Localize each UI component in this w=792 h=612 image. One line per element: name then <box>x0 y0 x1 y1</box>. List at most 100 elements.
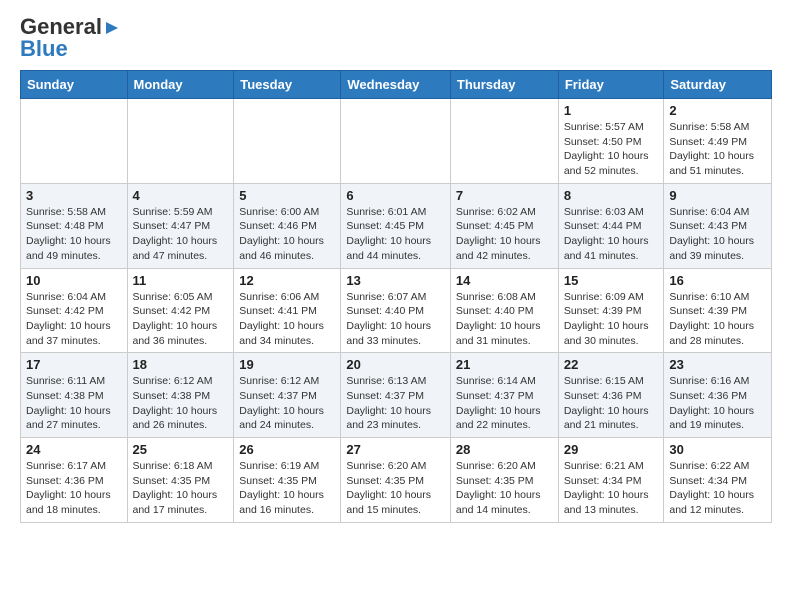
calendar-week-row: 17 Sunrise: 6:11 AM Sunset: 4:38 PM Dayli… <box>21 353 772 438</box>
weekday-header-tuesday: Tuesday <box>234 71 341 99</box>
logo-blue-text: Blue <box>20 38 68 60</box>
day-number: 19 <box>239 357 335 372</box>
day-info: Sunrise: 6:11 AM Sunset: 4:38 PM Dayligh… <box>26 374 122 433</box>
day-info: Sunrise: 6:04 AM Sunset: 4:43 PM Dayligh… <box>669 205 766 264</box>
day-info: Sunrise: 5:58 AM Sunset: 4:48 PM Dayligh… <box>26 205 122 264</box>
calendar-cell: 7 Sunrise: 6:02 AM Sunset: 4:45 PM Daylig… <box>450 183 558 268</box>
day-number: 27 <box>346 442 445 457</box>
day-info: Sunrise: 6:02 AM Sunset: 4:45 PM Dayligh… <box>456 205 553 264</box>
day-number: 2 <box>669 103 766 118</box>
day-info: Sunrise: 6:12 AM Sunset: 4:38 PM Dayligh… <box>133 374 229 433</box>
day-number: 13 <box>346 273 445 288</box>
page: General Blue SundayMondayTuesdayWednesda… <box>0 0 792 539</box>
day-number: 7 <box>456 188 553 203</box>
day-number: 6 <box>346 188 445 203</box>
calendar-cell: 18 Sunrise: 6:12 AM Sunset: 4:38 PM Dayli… <box>127 353 234 438</box>
day-info: Sunrise: 6:09 AM Sunset: 4:39 PM Dayligh… <box>564 290 659 349</box>
day-number: 9 <box>669 188 766 203</box>
calendar-cell: 2 Sunrise: 5:58 AM Sunset: 4:49 PM Daylig… <box>664 99 772 184</box>
logo-general-text: General <box>20 16 102 38</box>
calendar-week-row: 3 Sunrise: 5:58 AM Sunset: 4:48 PM Daylig… <box>21 183 772 268</box>
calendar-cell: 9 Sunrise: 6:04 AM Sunset: 4:43 PM Daylig… <box>664 183 772 268</box>
calendar-cell: 14 Sunrise: 6:08 AM Sunset: 4:40 PM Dayli… <box>450 268 558 353</box>
calendar-cell: 25 Sunrise: 6:18 AM Sunset: 4:35 PM Dayli… <box>127 438 234 523</box>
day-number: 26 <box>239 442 335 457</box>
weekday-header-monday: Monday <box>127 71 234 99</box>
day-info: Sunrise: 6:03 AM Sunset: 4:44 PM Dayligh… <box>564 205 659 264</box>
day-number: 28 <box>456 442 553 457</box>
calendar-table: SundayMondayTuesdayWednesdayThursdayFrid… <box>20 70 772 523</box>
calendar-cell: 16 Sunrise: 6:10 AM Sunset: 4:39 PM Dayli… <box>664 268 772 353</box>
calendar-cell: 1 Sunrise: 5:57 AM Sunset: 4:50 PM Daylig… <box>558 99 664 184</box>
day-number: 10 <box>26 273 122 288</box>
calendar-cell: 29 Sunrise: 6:21 AM Sunset: 4:34 PM Dayli… <box>558 438 664 523</box>
calendar-cell: 20 Sunrise: 6:13 AM Sunset: 4:37 PM Dayli… <box>341 353 451 438</box>
day-number: 14 <box>456 273 553 288</box>
day-info: Sunrise: 5:57 AM Sunset: 4:50 PM Dayligh… <box>564 120 659 179</box>
day-number: 12 <box>239 273 335 288</box>
day-info: Sunrise: 6:10 AM Sunset: 4:39 PM Dayligh… <box>669 290 766 349</box>
calendar-cell: 19 Sunrise: 6:12 AM Sunset: 4:37 PM Dayli… <box>234 353 341 438</box>
day-info: Sunrise: 6:17 AM Sunset: 4:36 PM Dayligh… <box>26 459 122 518</box>
day-info: Sunrise: 6:13 AM Sunset: 4:37 PM Dayligh… <box>346 374 445 433</box>
day-number: 17 <box>26 357 122 372</box>
day-number: 16 <box>669 273 766 288</box>
day-number: 1 <box>564 103 659 118</box>
calendar-week-row: 1 Sunrise: 5:57 AM Sunset: 4:50 PM Daylig… <box>21 99 772 184</box>
weekday-header-saturday: Saturday <box>664 71 772 99</box>
calendar-cell <box>127 99 234 184</box>
day-number: 25 <box>133 442 229 457</box>
logo-triangle-icon <box>104 20 120 36</box>
calendar-cell: 15Sunrise: 6:09 AM Sunset: 4:39 PM Dayli… <box>558 268 664 353</box>
day-info: Sunrise: 5:59 AM Sunset: 4:47 PM Dayligh… <box>133 205 229 264</box>
day-number: 4 <box>133 188 229 203</box>
day-info: Sunrise: 6:06 AM Sunset: 4:41 PM Dayligh… <box>239 290 335 349</box>
day-info: Sunrise: 6:01 AM Sunset: 4:45 PM Dayligh… <box>346 205 445 264</box>
calendar-cell <box>234 99 341 184</box>
day-info: Sunrise: 6:21 AM Sunset: 4:34 PM Dayligh… <box>564 459 659 518</box>
weekday-header-wednesday: Wednesday <box>341 71 451 99</box>
day-number: 3 <box>26 188 122 203</box>
calendar-cell <box>450 99 558 184</box>
day-number: 18 <box>133 357 229 372</box>
calendar-cell: 11Sunrise: 6:05 AM Sunset: 4:42 PM Dayli… <box>127 268 234 353</box>
day-number: 8 <box>564 188 659 203</box>
calendar-cell: 28 Sunrise: 6:20 AM Sunset: 4:35 PM Dayli… <box>450 438 558 523</box>
calendar-cell: 3 Sunrise: 5:58 AM Sunset: 4:48 PM Daylig… <box>21 183 128 268</box>
calendar-cell <box>21 99 128 184</box>
day-info: Sunrise: 6:19 AM Sunset: 4:35 PM Dayligh… <box>239 459 335 518</box>
header: General Blue <box>20 16 772 60</box>
calendar-cell: 24 Sunrise: 6:17 AM Sunset: 4:36 PM Dayli… <box>21 438 128 523</box>
day-info: Sunrise: 6:14 AM Sunset: 4:37 PM Dayligh… <box>456 374 553 433</box>
day-info: Sunrise: 6:07 AM Sunset: 4:40 PM Dayligh… <box>346 290 445 349</box>
calendar-week-row: 24 Sunrise: 6:17 AM Sunset: 4:36 PM Dayli… <box>21 438 772 523</box>
day-number: 5 <box>239 188 335 203</box>
weekday-header-sunday: Sunday <box>21 71 128 99</box>
day-info: Sunrise: 6:15 AM Sunset: 4:36 PM Dayligh… <box>564 374 659 433</box>
day-number: 24 <box>26 442 122 457</box>
calendar-cell: 6 Sunrise: 6:01 AM Sunset: 4:45 PM Daylig… <box>341 183 451 268</box>
calendar-cell: 21Sunrise: 6:14 AM Sunset: 4:37 PM Dayli… <box>450 353 558 438</box>
calendar-cell: 23Sunrise: 6:16 AM Sunset: 4:36 PM Dayli… <box>664 353 772 438</box>
day-info: Sunrise: 6:22 AM Sunset: 4:34 PM Dayligh… <box>669 459 766 518</box>
calendar-cell: 12 Sunrise: 6:06 AM Sunset: 4:41 PM Dayli… <box>234 268 341 353</box>
calendar-cell: 5Sunrise: 6:00 AM Sunset: 4:46 PM Daylig… <box>234 183 341 268</box>
day-info: Sunrise: 6:20 AM Sunset: 4:35 PM Dayligh… <box>456 459 553 518</box>
day-info: Sunrise: 5:58 AM Sunset: 4:49 PM Dayligh… <box>669 120 766 179</box>
day-number: 29 <box>564 442 659 457</box>
day-number: 20 <box>346 357 445 372</box>
day-info: Sunrise: 6:18 AM Sunset: 4:35 PM Dayligh… <box>133 459 229 518</box>
calendar-cell: 26 Sunrise: 6:19 AM Sunset: 4:35 PM Dayli… <box>234 438 341 523</box>
day-info: Sunrise: 6:08 AM Sunset: 4:40 PM Dayligh… <box>456 290 553 349</box>
calendar-cell: 30 Sunrise: 6:22 AM Sunset: 4:34 PM Dayli… <box>664 438 772 523</box>
calendar-cell: 17 Sunrise: 6:11 AM Sunset: 4:38 PM Dayli… <box>21 353 128 438</box>
calendar-cell: 22 Sunrise: 6:15 AM Sunset: 4:36 PM Dayli… <box>558 353 664 438</box>
day-info: Sunrise: 6:20 AM Sunset: 4:35 PM Dayligh… <box>346 459 445 518</box>
calendar-cell: 13 Sunrise: 6:07 AM Sunset: 4:40 PM Dayli… <box>341 268 451 353</box>
weekday-header-friday: Friday <box>558 71 664 99</box>
day-number: 23 <box>669 357 766 372</box>
weekday-header-thursday: Thursday <box>450 71 558 99</box>
day-number: 22 <box>564 357 659 372</box>
day-info: Sunrise: 6:12 AM Sunset: 4:37 PM Dayligh… <box>239 374 335 433</box>
day-number: 30 <box>669 442 766 457</box>
